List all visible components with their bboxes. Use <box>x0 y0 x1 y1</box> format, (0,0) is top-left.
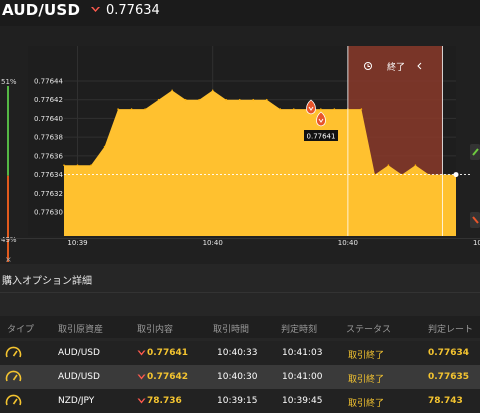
y-tick-label: 0.77644 <box>34 78 63 86</box>
x-tick-label: 10:39 <box>67 239 87 247</box>
x-tick-label: 10:40 <box>338 239 358 247</box>
price-point <box>387 164 390 167</box>
price-point <box>76 164 79 167</box>
price-point <box>320 108 322 110</box>
y-tick-label: 0.77638 <box>34 134 63 142</box>
price-point <box>279 108 282 110</box>
price-point <box>130 108 133 110</box>
gauge-icon <box>5 370 22 382</box>
section-title: 購入オプション詳細 <box>2 276 92 287</box>
x-tick-label: 10:41 <box>473 239 480 247</box>
y-tick-label: 0.77636 <box>34 152 63 160</box>
trade-rate: 0.77642 <box>147 372 188 382</box>
top-bar: AUD/USD 0.77634 <box>0 0 480 26</box>
divider <box>0 292 480 293</box>
price-point <box>238 98 241 101</box>
y-tick-label: 0.77642 <box>34 96 63 104</box>
down-arrow-icon <box>91 7 100 12</box>
gauge-icon <box>5 346 22 358</box>
trade-cell: 0.77641 <box>137 348 188 358</box>
x-tick-label: 10:40 <box>203 239 223 247</box>
close-panel-button[interactable]: × <box>5 255 12 264</box>
trade-cell: 0.77642 <box>137 372 188 382</box>
column-header-trade: 取引内容 <box>137 325 174 335</box>
judge-time-cell: 10:39:45 <box>282 396 323 406</box>
table-row[interactable]: NZD/JPY 78.736 10:39:15 10:39:45 取引終了 78… <box>0 389 480 413</box>
current-rate-dot <box>453 172 459 178</box>
judge-rate-cell: 78.743 <box>428 396 463 406</box>
y-tick-label: 0.77630 <box>34 209 63 217</box>
expiry-label: 終了 <box>387 61 405 73</box>
current-rate: 0.77634 <box>106 3 160 18</box>
table-row[interactable]: AUD/USD 0.77641 10:40:33 10:41:03 取引終了 0… <box>0 341 480 365</box>
divider <box>0 238 480 239</box>
price-point <box>252 98 255 101</box>
price-point <box>184 98 187 101</box>
price-point <box>103 145 106 148</box>
y-tick-label: 0.77634 <box>34 171 63 179</box>
price-point <box>157 98 160 101</box>
trade-cell: 78.736 <box>137 396 182 406</box>
y-tick-label: 0.77640 <box>34 115 63 123</box>
asset-cell: NZD/JPY <box>58 396 95 406</box>
price-point <box>414 164 417 167</box>
gauge-icon <box>5 394 22 406</box>
status-cell: 取引終了 <box>348 375 385 385</box>
asset-cell: AUD/USD <box>58 372 100 382</box>
price-point <box>211 89 214 92</box>
table-row[interactable]: AUD/USD 0.77642 10:40:30 10:41:00 取引終了 0… <box>0 365 480 389</box>
column-header-judge-time: 判定時刻 <box>281 325 318 335</box>
price-point <box>374 173 376 176</box>
judge-time-cell: 10:41:00 <box>282 372 323 382</box>
trade-time-cell: 10:39:15 <box>217 396 258 406</box>
price-point <box>63 164 65 167</box>
price-point <box>90 164 92 167</box>
asset-cell: AUD/USD <box>58 348 100 358</box>
asset-pair-title[interactable]: AUD/USD <box>2 1 80 19</box>
price-point <box>117 108 119 110</box>
up-percentage: 51% <box>1 78 17 86</box>
price-point <box>225 98 228 101</box>
column-header-trade-time: 取引時間 <box>213 325 250 335</box>
down-arrow-icon <box>137 350 146 355</box>
trade-time-cell: 10:40:33 <box>217 348 258 358</box>
judge-time-cell: 10:41:03 <box>282 348 323 358</box>
judge-rate-cell: 0.77634 <box>428 348 469 358</box>
y-tick-label: 0.77632 <box>34 190 63 198</box>
price-point <box>333 108 336 110</box>
column-header-type: タイプ <box>7 325 35 335</box>
column-header-status: ステータス <box>346 325 392 335</box>
status-cell: 取引終了 <box>348 351 385 361</box>
down-arrow-icon <box>137 374 146 379</box>
chart-area: 0.77644 0.77642 0.77640 0.77638 0.77636 0.776… <box>0 26 480 264</box>
column-header-asset: 取引原資産 <box>58 325 104 335</box>
price-point <box>198 98 200 101</box>
price-point <box>144 108 146 110</box>
price-point <box>171 89 173 92</box>
price-point <box>265 98 268 101</box>
price-point <box>360 108 363 110</box>
price-chart[interactable]: 0.77644 0.77642 0.77640 0.77638 0.77636 0.776… <box>0 26 480 264</box>
price-point <box>292 108 295 110</box>
table-header: タイプ 取引原資産 取引内容 取引時間 判定時刻 ステータス 判定レート <box>0 316 480 338</box>
trade-rate: 78.736 <box>147 396 182 406</box>
trade-time-cell: 10:40:30 <box>217 372 258 382</box>
judge-rate-cell: 0.77635 <box>428 372 469 382</box>
column-header-judge-rate: 判定レート <box>428 325 474 335</box>
trade-rate: 0.77641 <box>147 348 188 358</box>
entry-label: 0.77641 <box>307 133 336 141</box>
volume-panel: 51% 49% × <box>0 72 18 266</box>
status-cell: 取引終了 <box>348 399 385 409</box>
down-arrow-icon <box>137 398 146 403</box>
